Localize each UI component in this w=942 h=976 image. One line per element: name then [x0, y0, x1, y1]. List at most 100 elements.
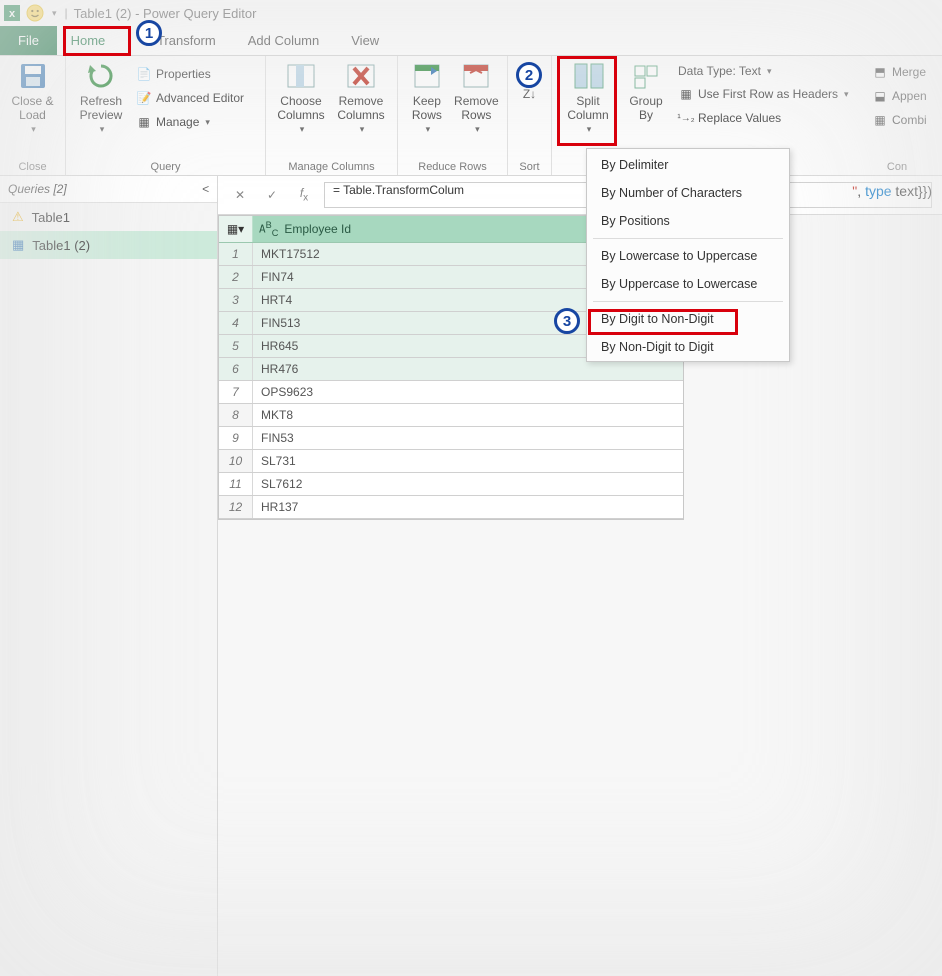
warning-icon: ⚠: [12, 209, 24, 225]
row-number: 6: [219, 358, 253, 380]
menu-separator: [593, 301, 783, 302]
formula-cancel-button[interactable]: ✕: [228, 183, 252, 207]
row-number: 1: [219, 243, 253, 265]
fx-icon: fx: [300, 186, 308, 203]
table-row[interactable]: 7OPS9623: [219, 381, 683, 404]
first-row-headers-button[interactable]: ▦Use First Row as Headers▾: [676, 84, 851, 104]
refresh-preview-label: Refresh Preview: [80, 94, 123, 122]
choose-columns-button[interactable]: Choose Columns▾: [274, 60, 328, 135]
row-number: 8: [219, 404, 253, 426]
callout-3: 3: [554, 308, 580, 334]
table-row[interactable]: 12HR137: [219, 496, 683, 519]
menu-by-number-of-characters[interactable]: By Number of Characters: [587, 179, 789, 207]
advanced-editor-label: Advanced Editor: [156, 91, 244, 105]
combine-label: Combi: [892, 113, 927, 127]
table-row[interactable]: 8MKT8: [219, 404, 683, 427]
group-by-button[interactable]: Group By: [622, 60, 670, 122]
cell-employee-id: SL731: [253, 450, 683, 472]
menu-lowercase-to-uppercase[interactable]: By Lowercase to Uppercase: [587, 242, 789, 270]
group-by-label: Group By: [629, 94, 662, 122]
table-row[interactable]: 11SL7612: [219, 473, 683, 496]
menu-by-delimiter[interactable]: By Delimiter: [587, 151, 789, 179]
content-area: Queries [2] < ⚠ Table1 ▦ Table1 (2) ✕ ✓ …: [0, 176, 942, 976]
data-type-button[interactable]: Data Type: Text▾: [676, 62, 851, 80]
table-options-button[interactable]: ▦▾: [219, 216, 253, 242]
cell-employee-id: MKT8: [253, 404, 683, 426]
table-row[interactable]: 9FIN53: [219, 427, 683, 450]
remove-rows-button[interactable]: Remove Rows ▾: [454, 60, 499, 135]
keep-rows-icon: [411, 60, 443, 92]
callout-2: 2: [516, 62, 542, 88]
formula-accept-button[interactable]: ✓: [260, 183, 284, 207]
query-item-label: Table1: [32, 210, 70, 225]
tab-add-column[interactable]: Add Column: [232, 26, 336, 55]
fx-button[interactable]: fx: [292, 183, 316, 207]
queries-panel: Queries [2] < ⚠ Table1 ▦ Table1 (2): [0, 176, 218, 976]
table-icon: ▦▾: [227, 222, 244, 236]
group-label-sort: Sort: [516, 159, 543, 173]
merge-queries-button[interactable]: ⬒Merge: [870, 62, 929, 82]
chevron-down-icon: ▾: [360, 124, 365, 135]
query-item-table1[interactable]: ⚠ Table1: [0, 203, 217, 231]
ribbon: Close & Load ▾ Close Refresh Preview ▾ 📄…: [0, 56, 942, 176]
tab-file[interactable]: File: [0, 26, 57, 55]
merge-label: Merge: [892, 65, 926, 79]
advanced-editor-button[interactable]: 📝 Advanced Editor: [134, 88, 246, 108]
tab-home[interactable]: Home: [57, 26, 119, 55]
row-number: 7: [219, 381, 253, 403]
excel-icon: x: [4, 5, 20, 21]
properties-button[interactable]: 📄 Properties: [134, 64, 246, 84]
append-queries-button[interactable]: ⬓Appen: [870, 86, 929, 106]
replace-values-button[interactable]: ¹→₂Replace Values: [676, 108, 851, 128]
window-title: Table1 (2) - Power Query Editor: [74, 6, 257, 21]
properties-icon: 📄: [136, 66, 152, 82]
group-label-manage-columns: Manage Columns: [274, 159, 389, 173]
tab-view[interactable]: View: [335, 26, 395, 55]
split-column-icon: [572, 60, 604, 92]
query-item-label: Table1 (2): [32, 238, 90, 253]
refresh-preview-button[interactable]: Refresh Preview ▾: [74, 60, 128, 135]
properties-label: Properties: [156, 67, 211, 81]
row-number: 2: [219, 266, 253, 288]
append-label: Appen: [892, 89, 927, 103]
chevron-down-icon: ▾: [100, 124, 105, 135]
row-number: 10: [219, 450, 253, 472]
qat-dropdown-icon[interactable]: ▾: [50, 8, 59, 19]
save-disk-icon: [17, 60, 49, 92]
keep-rows-button[interactable]: Keep Rows▾: [406, 60, 448, 135]
split-column-menu: By Delimiter By Number of Characters By …: [586, 148, 790, 362]
cell-employee-id: FIN53: [253, 427, 683, 449]
chevron-down-icon: ▾: [426, 124, 431, 135]
chevron-down-icon: ▾: [475, 124, 480, 135]
row-number: 9: [219, 427, 253, 449]
smiley-icon[interactable]: [26, 4, 44, 22]
query-item-table1-2[interactable]: ▦ Table1 (2): [0, 231, 217, 259]
titlebar-separator: |: [65, 6, 68, 20]
data-type-label: Data Type: Text: [678, 64, 761, 78]
menu-nondigit-to-digit[interactable]: By Non-Digit to Digit: [587, 333, 789, 361]
menu-separator: [593, 238, 783, 239]
column-header-label: Employee Id: [284, 222, 351, 236]
split-column-button[interactable]: Split Column▾: [560, 60, 616, 135]
remove-columns-label: Remove Columns: [337, 94, 384, 122]
combine-files-button[interactable]: ▦ Combi: [870, 110, 929, 130]
formula-bar: ✕ ✓ fx = Table.TransformColum ", type te…: [218, 176, 942, 215]
chevron-down-icon: ▾: [300, 124, 305, 135]
group-label-close: Close: [8, 159, 57, 173]
table-row[interactable]: 10SL731: [219, 450, 683, 473]
menu-by-positions[interactable]: By Positions: [587, 207, 789, 235]
callout-1: 1: [136, 20, 162, 46]
collapse-panel-icon[interactable]: <: [202, 182, 209, 196]
remove-rows-label: Remove Rows: [454, 94, 499, 122]
manage-button[interactable]: ▦Manage▾: [134, 112, 246, 132]
close-load-label: Close & Load: [11, 94, 53, 122]
cell-employee-id: SL7612: [253, 473, 683, 495]
tab-transform-label: Transform: [157, 33, 216, 48]
combine-icon: ▦: [872, 112, 888, 128]
menu-digit-to-nondigit[interactable]: By Digit to Non-Digit: [587, 305, 789, 333]
menu-uppercase-to-lowercase[interactable]: By Uppercase to Lowercase: [587, 270, 789, 298]
svg-text:x: x: [9, 8, 16, 20]
close-and-load-button[interactable]: Close & Load ▾: [8, 60, 57, 135]
remove-columns-button[interactable]: Remove Columns ▾: [334, 60, 388, 135]
script-icon: 📝: [136, 90, 152, 106]
